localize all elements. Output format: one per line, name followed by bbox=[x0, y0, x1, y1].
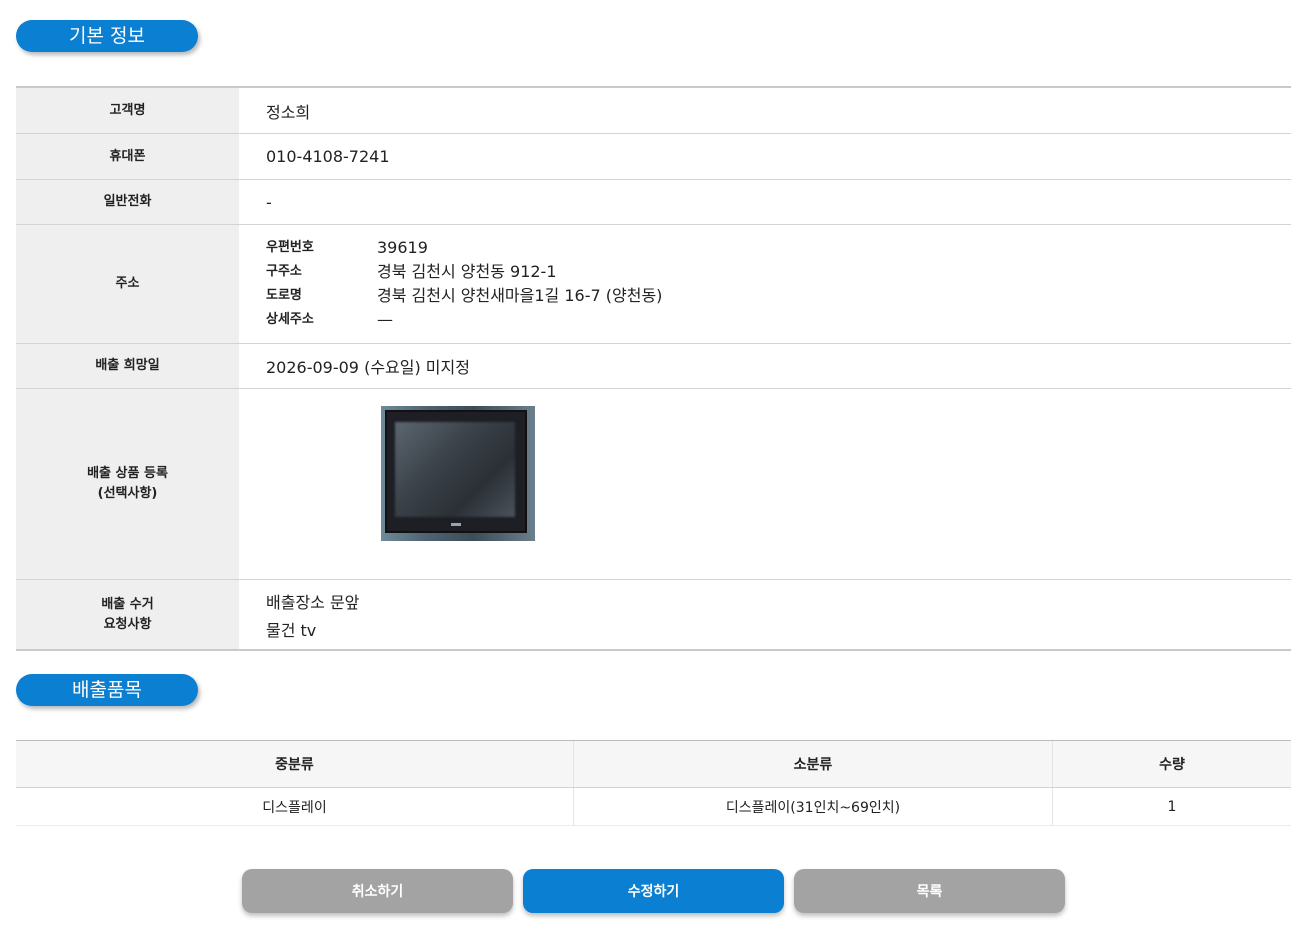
product-photo-thumbnail[interactable] bbox=[381, 406, 535, 541]
product-photo-label-line1: 배출 상품 등록 bbox=[87, 466, 168, 481]
pickup-request-line2: 물건 tv bbox=[266, 620, 317, 640]
section-title-basic-info: 기본 정보 bbox=[16, 20, 198, 52]
basic-info-table: 고객명 정소희 휴대폰 010-4108-7241 일반전화 - 주소 우편번호… bbox=[16, 86, 1291, 651]
address-block: 우편번호 39619 구주소 경북 김천시 양천동 912-1 도로명 경북 김… bbox=[239, 225, 1291, 343]
header-quantity: 수량 bbox=[1159, 757, 1185, 773]
postal-code-value: 39619 bbox=[377, 238, 428, 257]
pickup-request-line1: 배출장소 문앞 bbox=[266, 592, 360, 612]
row-address: 주소 우편번호 39619 구주소 경북 김천시 양천동 912-1 도로명 경… bbox=[16, 225, 1291, 344]
phone-value: - bbox=[266, 192, 272, 212]
row-product-photo: 배출 상품 등록 (선택사항) bbox=[16, 389, 1291, 580]
road-address-value: 경북 김천시 양천새마을1길 16-7 (양천동) bbox=[377, 286, 663, 305]
table-row: 디스플레이 디스플레이(31인치~69인치) 1 bbox=[16, 788, 1291, 826]
disposal-items-table: 중분류 소분류 수량 디스플레이 디스플레이(31인치~69인치) 1 bbox=[16, 740, 1291, 826]
product-photo-label-line2: (선택사항) bbox=[97, 486, 158, 501]
cancel-button[interactable]: 취소하기 bbox=[242, 869, 513, 913]
customer-name-value: 정소희 bbox=[266, 102, 311, 122]
items-table-header: 중분류 소분류 수량 bbox=[16, 741, 1291, 788]
row-phone: 일반전화 - bbox=[16, 180, 1291, 225]
pickup-request-value: 배출장소 문앞 물건 tv bbox=[239, 580, 1291, 649]
row-disposal-date: 배출 희망일 2026-09-09 (수요일) 미지정 bbox=[16, 344, 1291, 389]
disposal-date-label: 배출 희망일 bbox=[16, 344, 239, 388]
product-photo-label: 배출 상품 등록 (선택사항) bbox=[16, 389, 239, 579]
row-mobile: 휴대폰 010-4108-7241 bbox=[16, 134, 1291, 180]
edit-button[interactable]: 수정하기 bbox=[523, 869, 784, 913]
pickup-request-label: 배출 수거 요청사항 bbox=[16, 580, 239, 649]
postal-code-label: 우편번호 bbox=[266, 240, 314, 255]
cell-mid-category: 디스플레이 bbox=[16, 788, 574, 825]
pickup-request-label-line2: 요청사항 bbox=[103, 616, 152, 632]
mobile-label: 휴대폰 bbox=[16, 134, 239, 179]
row-pickup-request: 배출 수거 요청사항 배출장소 문앞 물건 tv bbox=[16, 580, 1291, 649]
header-sub-category: 소분류 bbox=[574, 741, 1053, 787]
detail-address-value: — bbox=[377, 310, 393, 329]
cell-sub-category: 디스플레이(31인치~69인치) bbox=[574, 788, 1053, 825]
road-address-label: 도로명 bbox=[266, 288, 302, 303]
address-label: 주소 bbox=[16, 225, 239, 343]
mobile-value: 010-4108-7241 bbox=[266, 147, 390, 166]
header-mid-category: 중분류 bbox=[16, 741, 574, 787]
detail-address-label: 상세주소 bbox=[266, 312, 314, 327]
pickup-request-label-line1: 배출 수거 bbox=[101, 596, 154, 612]
customer-name-label: 고객명 bbox=[16, 88, 239, 133]
section-title-disposal-items: 배출품목 bbox=[16, 674, 198, 706]
cell-quantity: 1 bbox=[1167, 798, 1177, 815]
phone-label: 일반전화 bbox=[16, 180, 239, 224]
row-customer-name: 고객명 정소희 bbox=[16, 88, 1291, 134]
list-button[interactable]: 목록 bbox=[794, 869, 1065, 913]
old-address-value: 경북 김천시 양천동 912-1 bbox=[377, 262, 557, 281]
tv-image bbox=[385, 410, 527, 533]
disposal-date-value: 2026-09-09 (수요일) 미지정 bbox=[266, 358, 470, 377]
old-address-label: 구주소 bbox=[266, 264, 302, 279]
